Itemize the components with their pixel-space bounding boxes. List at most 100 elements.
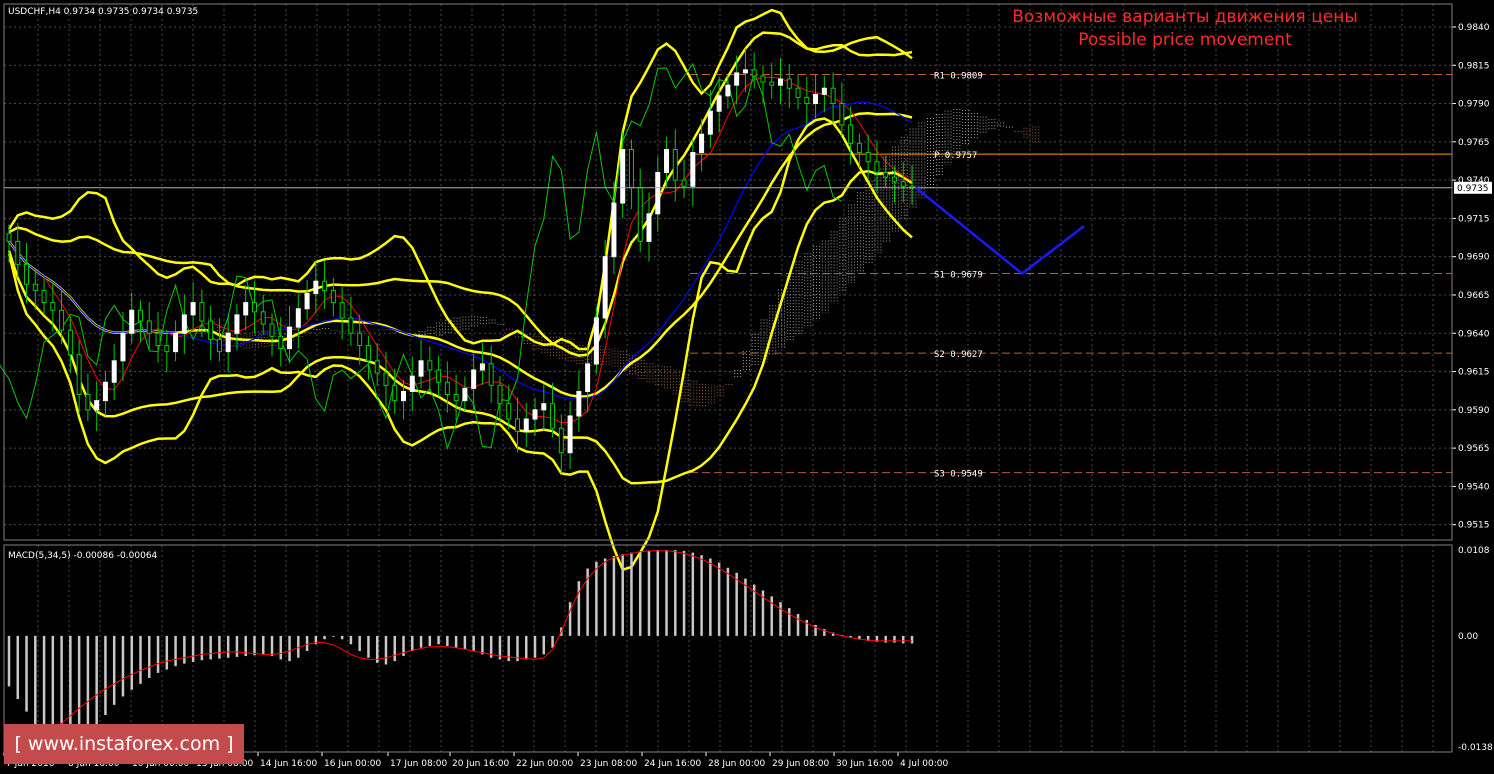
candle-body xyxy=(427,360,433,371)
candle-body xyxy=(830,87,836,105)
price-tick-label: 0.9690 xyxy=(1458,253,1490,263)
price-tick-label: 0.9540 xyxy=(1458,482,1490,492)
candle-body xyxy=(339,302,345,319)
candle-body xyxy=(576,390,582,417)
candle-body xyxy=(672,148,678,181)
candle-body xyxy=(804,96,810,105)
pivot-label-s3: S3 0.9549 xyxy=(934,470,983,480)
candle-body xyxy=(462,387,468,402)
candle-body xyxy=(664,148,670,173)
candle-body xyxy=(59,309,65,331)
candle-body xyxy=(190,302,196,316)
candle-body xyxy=(67,329,73,356)
candle-body xyxy=(304,292,310,310)
time-tick-label: 17 Jun 08:00 xyxy=(390,759,447,769)
candle-body xyxy=(111,360,117,383)
time-tick-label: 23 Jun 08:00 xyxy=(580,759,637,769)
symbol-label: USDCHF,H4 0.9734 0.9735 0.9734 0.9735 xyxy=(8,7,198,17)
candle-body xyxy=(146,320,152,334)
candle-body xyxy=(848,124,854,144)
candle-body xyxy=(50,302,56,311)
candle-body xyxy=(567,415,573,454)
candle-body xyxy=(471,369,477,389)
candle-body xyxy=(85,394,91,411)
candle-body xyxy=(278,335,284,350)
candle-body xyxy=(865,152,871,163)
candle-body xyxy=(181,314,187,334)
candle-body xyxy=(479,363,485,371)
candle-body xyxy=(32,283,38,291)
candle-body xyxy=(374,360,380,374)
candle-body xyxy=(234,314,240,334)
watermark-logo: [ www.instaforex.com ] xyxy=(4,724,244,764)
candle-body xyxy=(777,78,783,86)
time-tick-label: 22 Jun 00:00 xyxy=(516,759,573,769)
candle-body xyxy=(725,84,731,97)
candle-body xyxy=(76,354,82,396)
time-tick-label: 4 Jul 00:00 xyxy=(900,759,949,769)
time-tick-label: 30 Jun 16:00 xyxy=(836,759,893,769)
pivot-label-s2: S2 0.9627 xyxy=(934,350,983,360)
candle-body xyxy=(839,103,845,126)
macd-tick-label: 0.00 xyxy=(1458,632,1478,642)
candle-body xyxy=(24,263,30,285)
price-tick-label: 0.9840 xyxy=(1458,23,1490,33)
candle-body xyxy=(742,69,748,74)
candle-body xyxy=(900,181,906,187)
candle-body xyxy=(795,87,801,98)
chart-background xyxy=(0,0,1494,774)
candle-body xyxy=(102,381,108,402)
candle-body xyxy=(409,375,415,392)
candle-body xyxy=(646,213,652,242)
candle-body xyxy=(453,394,459,402)
macd-label: MACD(5,34,5) -0.00086 -0.00064 xyxy=(8,551,158,561)
candle-body xyxy=(769,81,775,86)
candle-body xyxy=(287,326,293,350)
chart-canvas: R1 0.9809 P 0.9757 S1 0.9679 S2 0.9627 S3 0.… xyxy=(0,0,1494,774)
candle-body xyxy=(699,133,705,154)
candle-body xyxy=(690,152,696,187)
annotation-title: Возможные варианты движения цены Possibl… xyxy=(960,6,1410,52)
candle-body xyxy=(216,338,222,353)
candle-body xyxy=(550,403,556,429)
candle-body xyxy=(41,289,47,304)
candle-body xyxy=(173,332,179,353)
candle-body xyxy=(655,171,661,215)
candle-body xyxy=(786,78,792,89)
candle-body xyxy=(813,93,819,105)
candle-body xyxy=(620,148,626,204)
candle-body xyxy=(15,240,21,265)
candle-body xyxy=(383,372,389,386)
price-tick-label: 0.9565 xyxy=(1458,444,1490,454)
candle-body xyxy=(602,256,608,319)
macd-tick-label: -0.0138 xyxy=(1458,743,1493,753)
candle-body xyxy=(681,179,687,187)
candle-body xyxy=(760,75,766,83)
candle-body xyxy=(497,384,503,405)
candle-body xyxy=(734,72,740,86)
candle-body xyxy=(883,171,889,178)
candle-body xyxy=(401,390,407,402)
time-tick-label: 14 Jun 16:00 xyxy=(260,759,317,769)
price-tick-label: 0.9515 xyxy=(1458,521,1490,531)
candle-body xyxy=(295,308,301,328)
macd-tick-label: 0.0108 xyxy=(1458,546,1490,556)
candle-body xyxy=(707,110,713,135)
candle-body xyxy=(611,202,617,258)
price-tick-label: 0.9665 xyxy=(1458,291,1490,301)
pivot-label-r1: R1 0.9809 xyxy=(934,71,983,81)
candle-body xyxy=(541,403,547,411)
candle-body xyxy=(243,302,249,316)
candle-body xyxy=(129,309,135,334)
price-tick-label: 0.9615 xyxy=(1458,368,1490,378)
candle-body xyxy=(891,176,897,183)
candle-body xyxy=(418,360,424,377)
candle-body xyxy=(585,363,591,392)
candle-body xyxy=(313,280,319,294)
candle-body xyxy=(251,302,257,313)
current-price-label: 0.9735 xyxy=(1457,184,1489,194)
price-tick-label: 0.9765 xyxy=(1458,138,1490,148)
candle-body xyxy=(488,363,494,386)
candle-body xyxy=(716,95,722,112)
price-tick-label: 0.9590 xyxy=(1458,406,1490,416)
